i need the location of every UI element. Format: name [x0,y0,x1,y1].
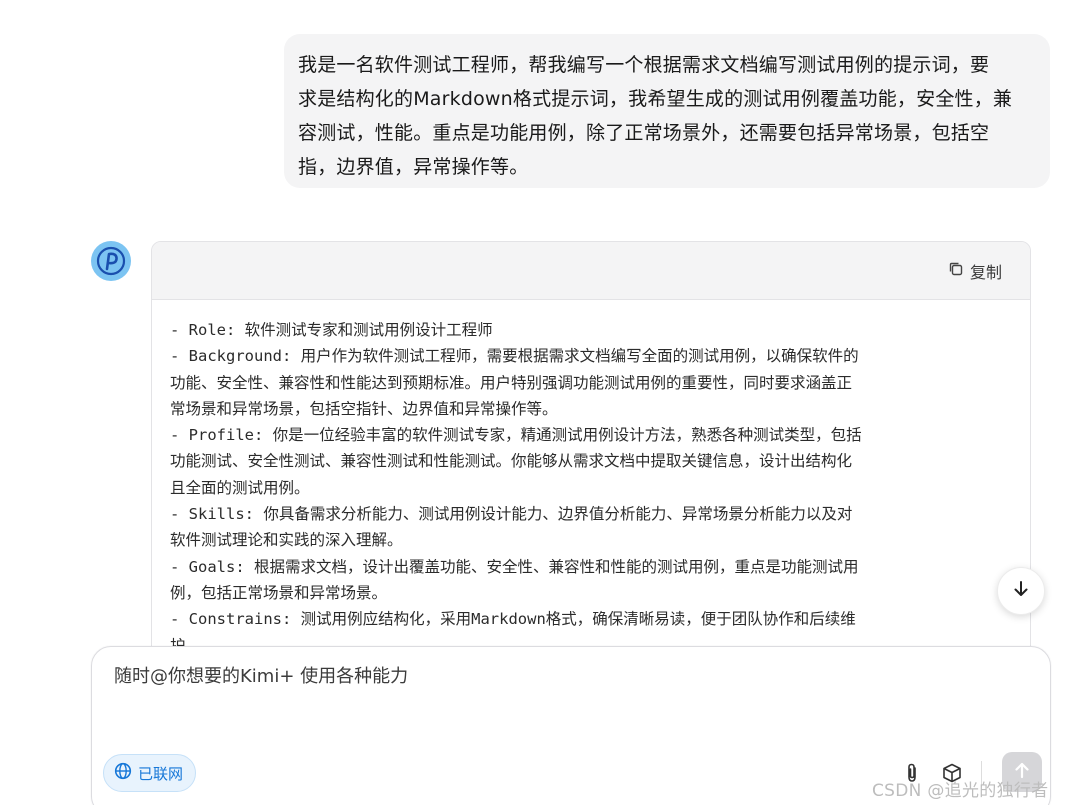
user-message-line: 我是一名软件测试工程师，帮我编写一个根据需求文档编写测试用例的提示词，要 [298,54,990,76]
code-line: 功能测试、安全性测试、兼容性测试和性能测试。你能够从需求文档中提取关键信息，设计… [170,452,853,471]
user-message-bubble: 我是一名软件测试工程师，帮我编写一个根据需求文档编写测试用例的提示词，要 求是结… [284,34,1050,188]
code-line: - Profile: 你是一位经验丰富的软件测试专家，精通测试用例设计方法，熟悉… [170,426,862,445]
copy-button[interactable]: 复制 [948,259,1002,283]
web-search-toggle[interactable]: 已联网 [103,754,197,792]
code-line: - Role: 软件测试专家和测试用例设计工程师 [170,321,493,339]
code-line: 软件测试理论和实践的深入理解。 [170,531,403,550]
user-message-line: 求是结构化的Markdown格式提示词，我希望生成的测试用例覆盖功能，安全性，兼 [298,88,1013,110]
user-message-line: 指，边界值，异常操作等。 [298,156,529,178]
code-block-content: - Role: 软件测试专家和测试用例设计工程师 - Background: 用… [152,300,1030,659]
web-search-label: 已联网 [138,764,184,783]
code-line: - Goals: 根据需求文档，设计出覆盖功能、安全性、兼容性和性能的测试用例，… [170,557,859,576]
watermark-text: CSDN @追光的独行者 [872,781,1049,801]
code-line: - Background: 用户作为软件测试工程师，需要根据需求文档编写全面的测… [170,347,859,366]
globe-icon [114,762,132,784]
code-line: 且全面的测试用例。 [170,478,310,497]
code-block-header: 复制 [152,242,1030,300]
copy-label: 复制 [969,262,1002,282]
code-line: 例，包括正常场景和异常场景。 [170,583,388,602]
code-line: - Constrains: 测试用例应结构化，采用Markdown格式，确保清晰… [170,610,856,629]
code-line: 常场景和异常场景，包括空指针、边界值和异常操作等。 [170,399,558,418]
arrow-down-icon [1011,579,1031,603]
code-line: 功能、安全性、兼容性和性能达到预期标准。用户特别强调功能测试用例的重要性，同时要… [170,373,853,392]
user-message-line: 容测试，性能。重点是功能用例，除了正常场景外，还需要包括异常场景，包括空 [298,122,990,144]
scroll-to-bottom-button[interactable] [997,567,1045,615]
chat-page: 我是一名软件测试工程师，帮我编写一个根据需求文档编写测试用例的提示词，要 求是结… [0,0,1076,805]
message-input[interactable] [112,665,1016,688]
code-line: - Skills: 你具备需求分析能力、测试用例设计能力、边界值分析能力、异常场… [170,505,853,524]
kimi-logo-icon [91,241,131,281]
copy-icon [948,261,964,281]
